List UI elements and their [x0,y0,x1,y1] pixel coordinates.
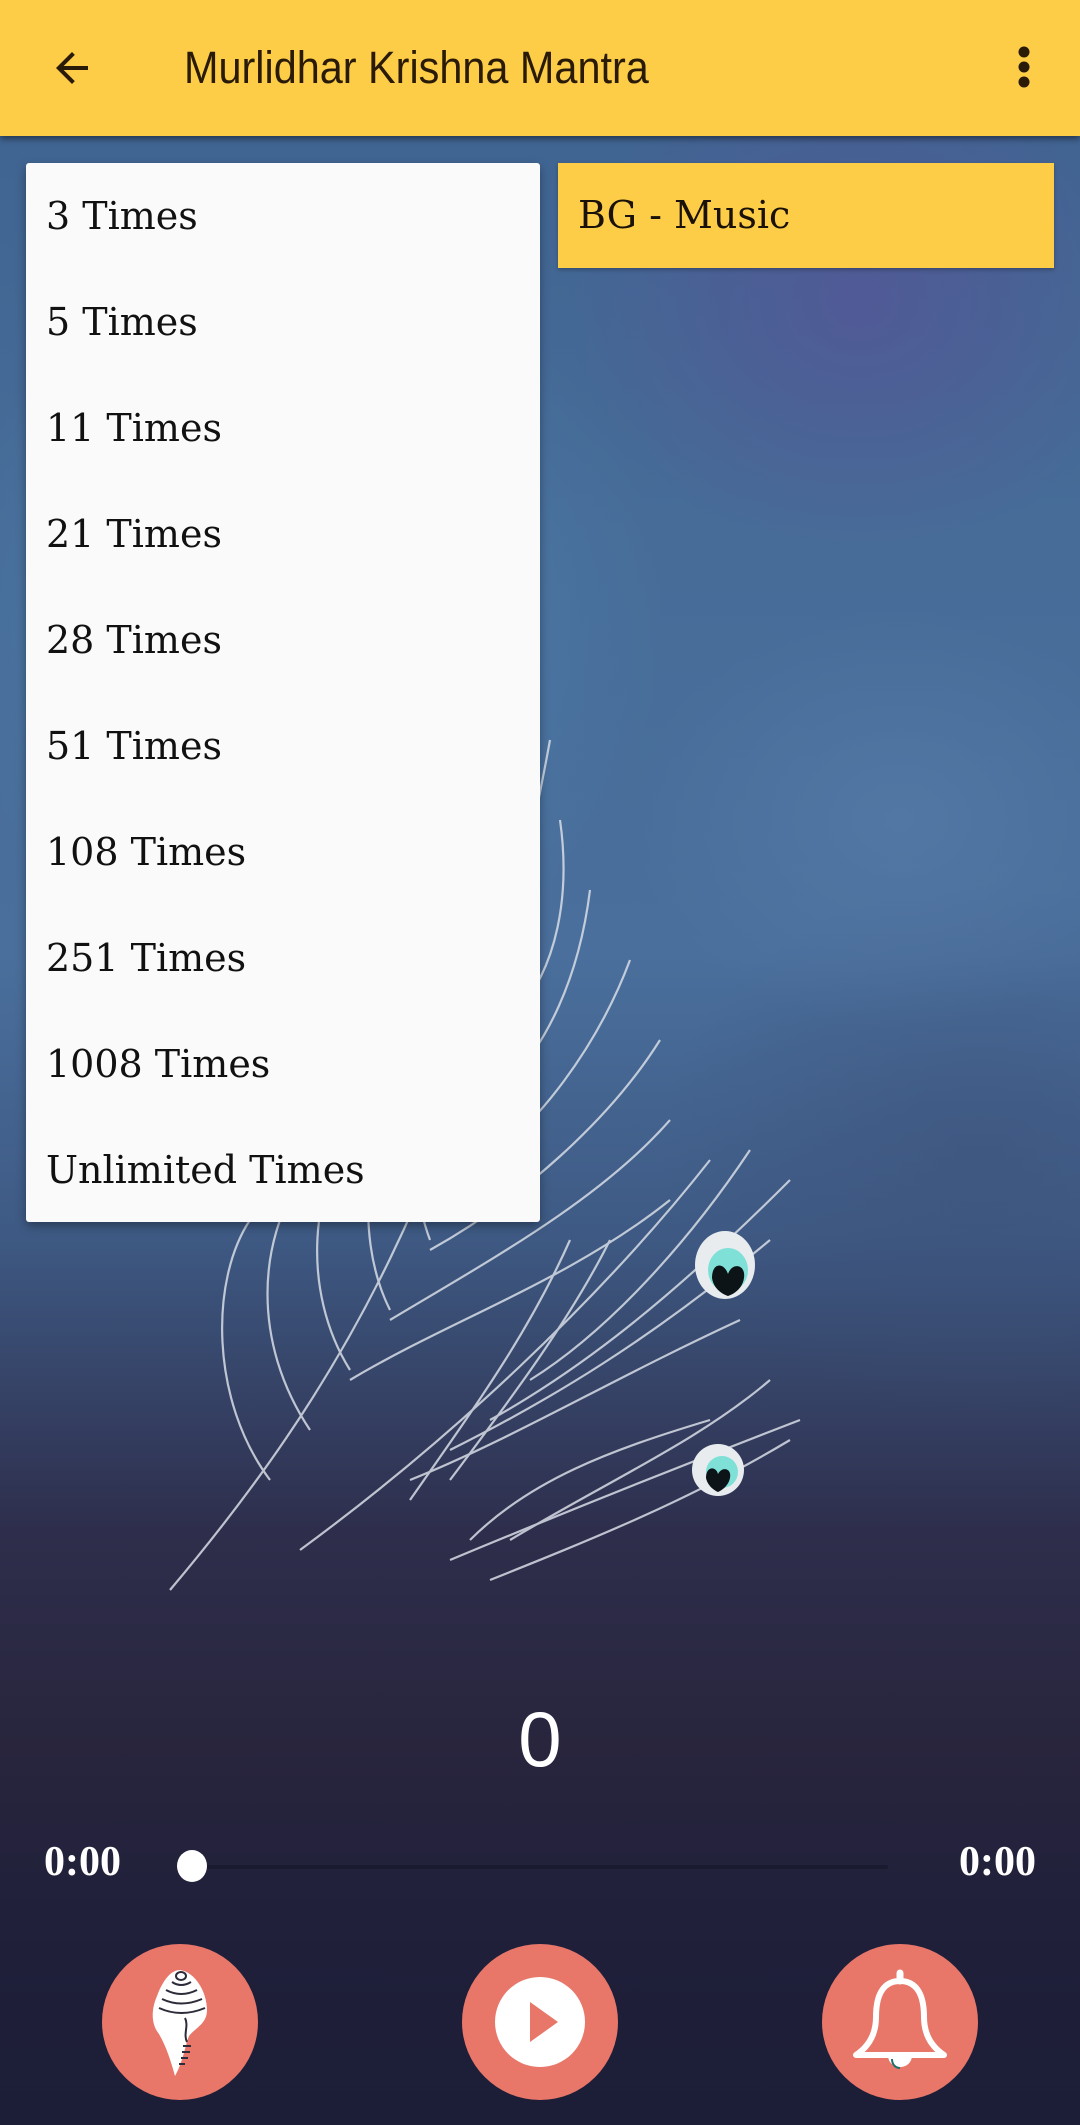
dropdown-option-unlimited-times[interactable]: Unlimited Times [26,1117,540,1223]
repeat-count-dropdown: 3 Times 5 Times 11 Times 21 Times 28 Tim… [26,163,540,1222]
dropdown-option-11-times[interactable]: 11 Times [26,375,540,481]
more-vert-icon [1018,46,1030,88]
bell-button[interactable] [822,1944,978,2100]
app-bar: Murlidhar Krishna Mantra [0,0,1080,136]
bg-music-button[interactable]: BG - Music [558,163,1054,268]
dropdown-option-251-times[interactable]: 251 Times [26,905,540,1011]
bell-icon [853,1969,947,2069]
dropdown-option-51-times[interactable]: 51 Times [26,693,540,799]
total-time: 0:00 [959,1839,1036,1885]
conch-shell-icon [152,1970,207,2076]
back-button[interactable] [40,36,104,100]
seek-bar[interactable] [177,1846,888,1886]
arrow-left-icon [56,52,88,84]
play-icon [495,1977,585,2067]
overflow-menu-button[interactable] [992,36,1056,100]
page-title: Murlidhar Krishna Mantra [184,42,649,93]
seek-track [192,1865,888,1869]
dropdown-option-3-times[interactable]: 3 Times [26,163,540,269]
chant-counter: 0 [518,1695,562,1783]
dropdown-option-28-times[interactable]: 28 Times [26,587,540,693]
dropdown-option-5-times[interactable]: 5 Times [26,269,540,375]
dropdown-option-108-times[interactable]: 108 Times [26,799,540,905]
dropdown-option-21-times[interactable]: 21 Times [26,481,540,587]
seek-thumb[interactable] [177,1850,207,1882]
elapsed-time: 0:00 [44,1839,121,1885]
play-button[interactable] [462,1944,618,2100]
dropdown-option-1008-times[interactable]: 1008 Times [26,1011,540,1117]
conch-button[interactable] [102,1944,258,2100]
